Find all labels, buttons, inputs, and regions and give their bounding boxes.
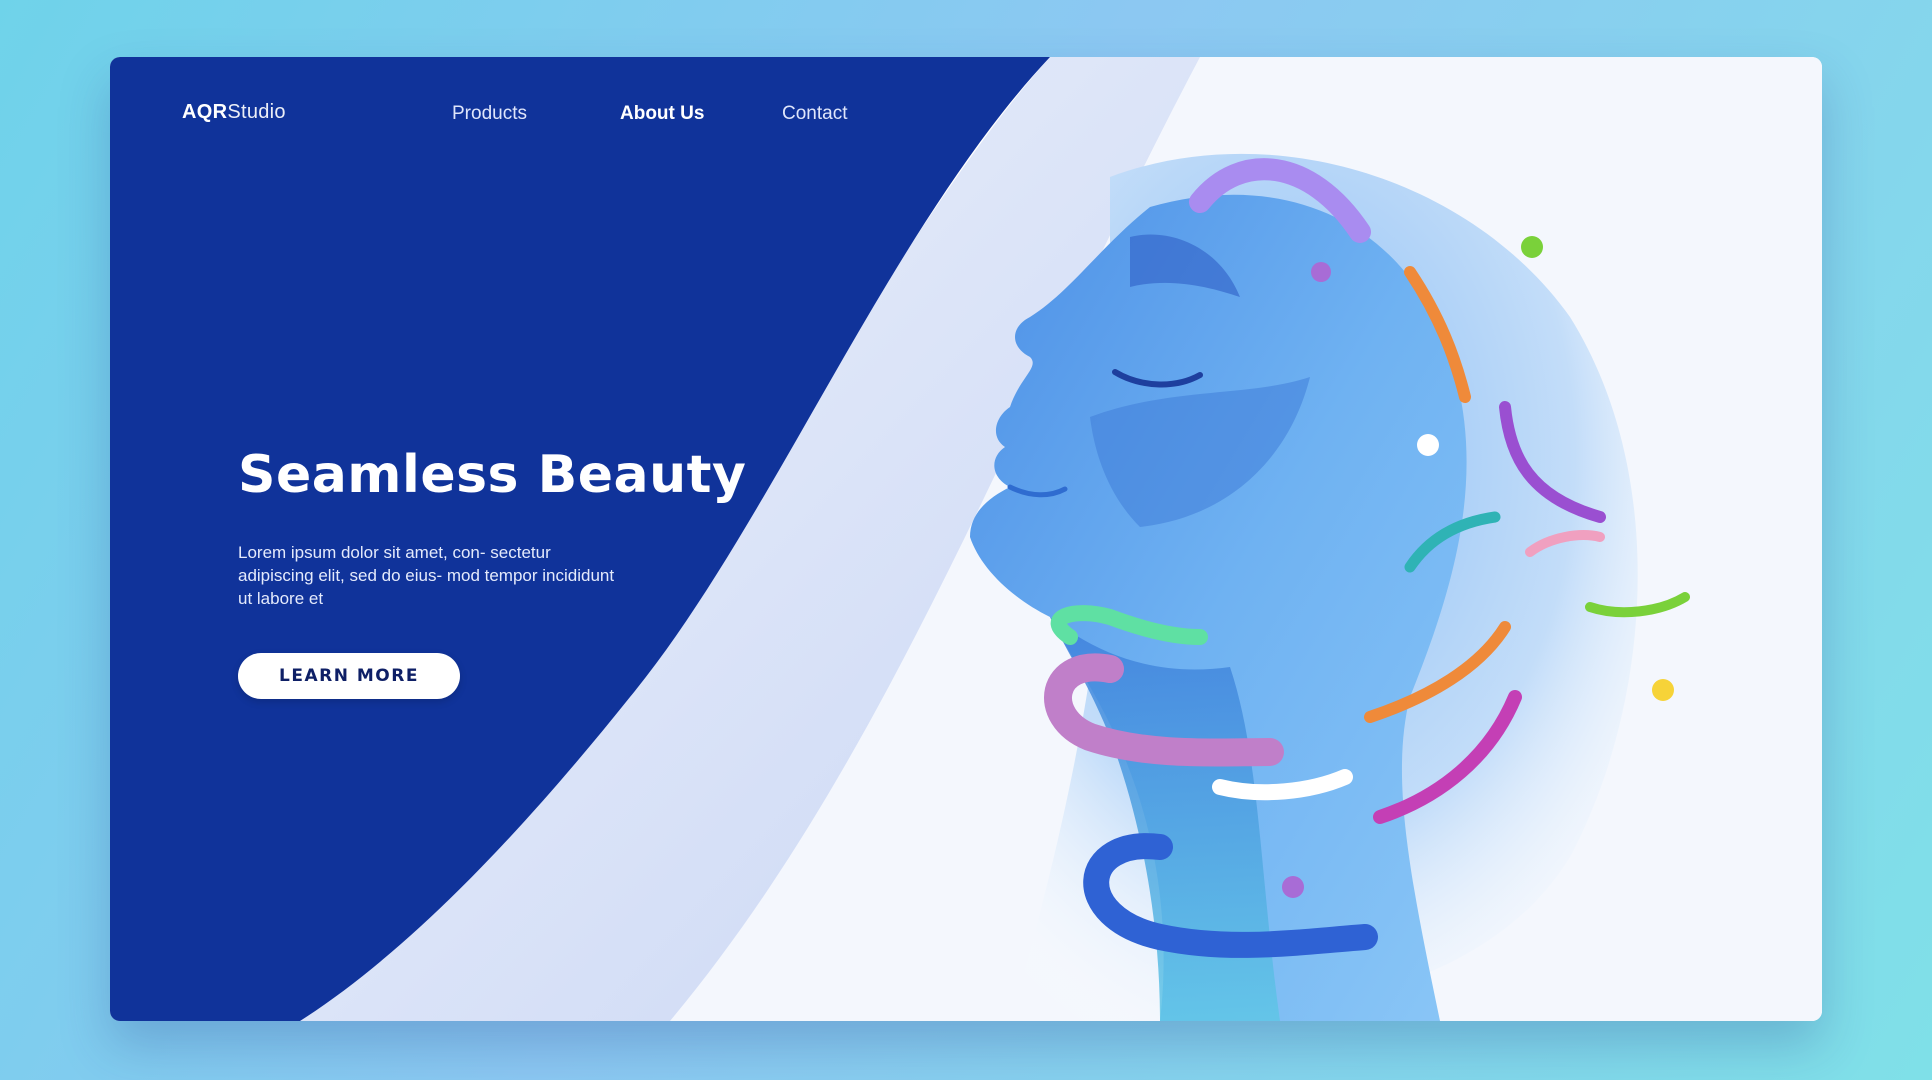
nav-link-contact[interactable]: Contact xyxy=(782,103,847,125)
dot-green xyxy=(1521,236,1543,258)
brand-logo-light: Studio xyxy=(227,101,286,123)
dot-purple-2 xyxy=(1282,876,1304,898)
dot-purple-1 xyxy=(1311,262,1331,282)
hero-title: Seamless Beauty xyxy=(238,445,747,505)
dot-yellow xyxy=(1652,679,1674,701)
hero-illustration xyxy=(110,57,1822,1021)
top-navigation: AQRStudio Products About Us Contact xyxy=(110,57,1822,172)
landing-page-card: AQRStudio Products About Us Contact Seam… xyxy=(110,57,1822,1021)
learn-more-button[interactable]: LEARN MORE xyxy=(238,653,460,699)
hero-description: Lorem ipsum dolor sit amet, con- sectetu… xyxy=(238,543,615,608)
nav-link-products[interactable]: Products xyxy=(452,103,527,125)
dot-white xyxy=(1417,434,1439,456)
brand-logo-bold: AQR xyxy=(182,101,228,123)
nav-link-about-us[interactable]: About Us xyxy=(620,103,704,125)
brand-logo[interactable]: AQRStudio xyxy=(182,101,286,124)
